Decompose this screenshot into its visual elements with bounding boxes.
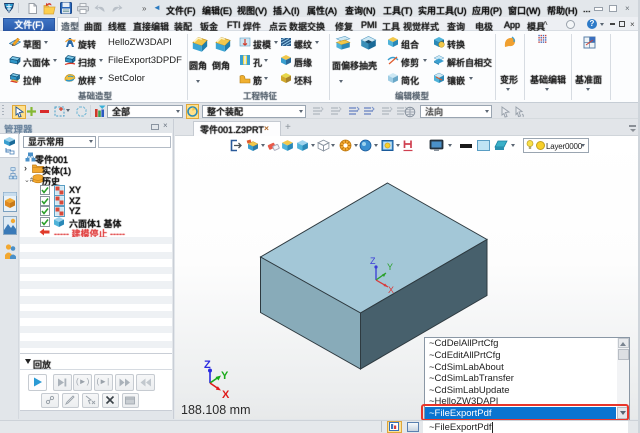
svg-text:X: X <box>388 285 394 295</box>
svg-text:X: X <box>222 389 230 401</box>
svg-text:Z: Z <box>204 359 211 371</box>
svg-text:Y: Y <box>221 370 229 382</box>
svg-text:Z: Z <box>370 256 376 266</box>
svg-text:Y: Y <box>387 262 393 272</box>
